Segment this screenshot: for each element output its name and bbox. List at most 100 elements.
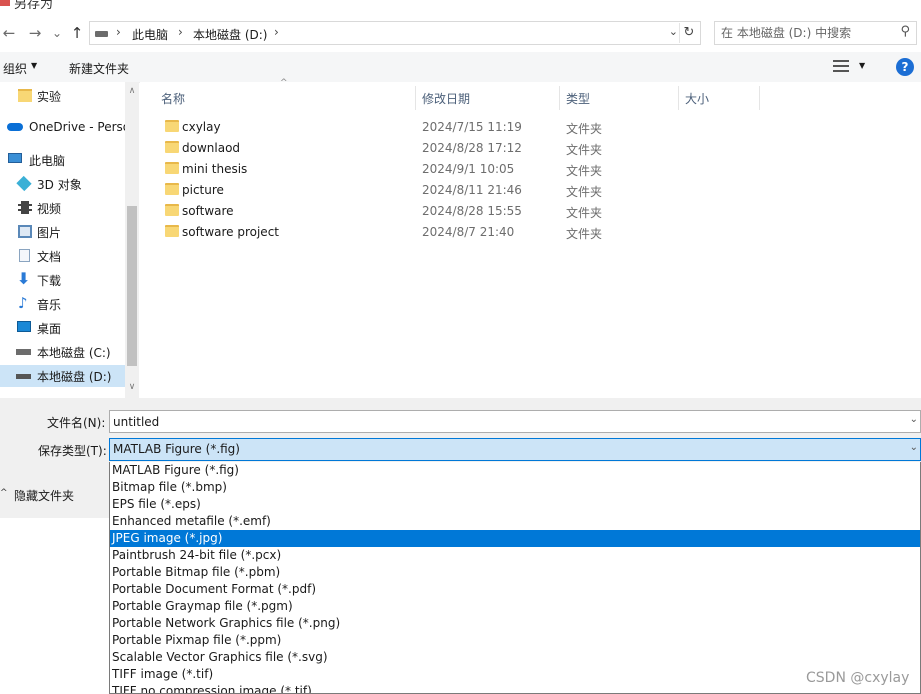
filetype-option[interactable]: EPS file (*.eps) bbox=[110, 496, 920, 513]
drive-icon bbox=[95, 31, 108, 37]
sidebar-item-label: 此电脑 bbox=[29, 154, 66, 168]
breadcrumb-this-pc[interactable]: 此电脑 bbox=[132, 26, 168, 43]
column-divider[interactable] bbox=[678, 86, 679, 110]
column-header-name[interactable]: 名称 bbox=[161, 90, 185, 107]
column-header-type[interactable]: 类型 bbox=[566, 90, 590, 107]
file-row[interactable]: cxylay 2024/7/15 11:19 文件夹 bbox=[160, 117, 900, 138]
sidebar-item-3d-objects[interactable]: 3D 对象 bbox=[0, 173, 125, 195]
folder-icon bbox=[165, 141, 179, 153]
search-icon[interactable]: ⚲ bbox=[900, 24, 910, 39]
filetype-option[interactable]: Paintbrush 24-bit file (*.pcx) bbox=[110, 547, 920, 564]
column-divider[interactable] bbox=[759, 86, 760, 110]
view-options-icon[interactable] bbox=[833, 60, 849, 72]
organize-button[interactable]: 组织 bbox=[3, 60, 27, 77]
sort-ascending-icon: ^ bbox=[280, 78, 288, 88]
filetype-option[interactable]: Portable Pixmap file (*.ppm) bbox=[110, 632, 920, 649]
filename-dropdown-icon[interactable]: ⌄ bbox=[910, 414, 918, 425]
filetype-option[interactable]: Portable Network Graphics file (*.png) bbox=[110, 615, 920, 632]
filetype-option[interactable]: Portable Document Format (*.pdf) bbox=[110, 581, 920, 598]
breadcrumb-separator: › bbox=[274, 25, 279, 39]
picture-icon bbox=[18, 225, 32, 238]
filetype-selected-value: MATLAB Figure (*.fig) bbox=[113, 442, 240, 456]
file-row[interactable]: software project 2024/8/7 21:40 文件夹 bbox=[160, 222, 900, 243]
refresh-icon[interactable]: ↻ bbox=[679, 23, 698, 43]
file-modified: 2024/7/15 11:19 bbox=[422, 120, 522, 134]
column-divider[interactable] bbox=[415, 86, 416, 110]
filetype-options-list: MATLAB Figure (*.fig) Bitmap file (*.bmp… bbox=[109, 462, 921, 694]
sidebar-item-downloads[interactable]: ⬇ 下载 bbox=[0, 269, 125, 291]
music-icon: ♪ bbox=[18, 294, 28, 312]
sidebar-item-drive-d[interactable]: 本地磁盘 (D:) bbox=[0, 365, 125, 387]
filename-input[interactable] bbox=[113, 413, 893, 430]
sidebar-item-label: 视频 bbox=[37, 202, 62, 216]
cloud-icon bbox=[7, 123, 23, 131]
file-type: 文件夹 bbox=[566, 185, 603, 199]
file-row[interactable]: picture 2024/8/11 21:46 文件夹 bbox=[160, 180, 900, 201]
filetype-option[interactable]: Portable Bitmap file (*.pbm) bbox=[110, 564, 920, 581]
back-button[interactable]: ← bbox=[0, 23, 18, 43]
navigation-scrollbar[interactable]: ∧ ∨ bbox=[125, 82, 139, 398]
filetype-option[interactable]: Bitmap file (*.bmp) bbox=[110, 479, 920, 496]
new-folder-button[interactable]: 新建文件夹 bbox=[69, 60, 129, 77]
help-icon[interactable]: ? bbox=[896, 58, 914, 76]
filetype-option[interactable]: Portable Graymap file (*.pgm) bbox=[110, 598, 920, 615]
command-bar: 组织 ▼ 新建文件夹 ▼ ? bbox=[0, 52, 921, 83]
sidebar-item-music[interactable]: ♪ 音乐 bbox=[0, 293, 125, 315]
file-name: mini thesis bbox=[182, 162, 248, 176]
sidebar-item-label: 文档 bbox=[37, 250, 62, 264]
column-divider[interactable] bbox=[559, 86, 560, 110]
file-name: software project bbox=[182, 225, 279, 239]
filetype-select[interactable]: MATLAB Figure (*.fig) ⌄ bbox=[109, 438, 921, 461]
sidebar-item-this-pc[interactable]: 此电脑 bbox=[0, 149, 125, 171]
file-modified: 2024/8/11 21:46 bbox=[422, 183, 522, 197]
forward-button[interactable]: → bbox=[26, 23, 44, 43]
file-row[interactable]: software 2024/8/28 15:55 文件夹 bbox=[160, 201, 900, 222]
file-row[interactable]: mini thesis 2024/9/1 10:05 文件夹 bbox=[160, 159, 900, 180]
sidebar-item-label: OneDrive - Personal bbox=[29, 120, 125, 134]
address-dropdown-icon[interactable]: ⌄ bbox=[669, 25, 678, 38]
sidebar-item-desktop[interactable]: 桌面 bbox=[0, 317, 125, 339]
filetype-option[interactable]: Enhanced metafile (*.emf) bbox=[110, 513, 920, 530]
filetype-option-selected[interactable]: JPEG image (*.jpg) bbox=[110, 530, 920, 547]
filetype-option[interactable]: TIFF no compression image (*.tif) bbox=[110, 683, 920, 693]
address-bar[interactable]: › 此电脑 › 本地磁盘 (D:) › ⌄ ↻ bbox=[89, 21, 701, 45]
filename-field[interactable]: ⌄ bbox=[109, 410, 921, 433]
desktop-icon bbox=[17, 321, 31, 332]
breadcrumb-drive-d[interactable]: 本地磁盘 (D:) bbox=[193, 26, 267, 43]
file-modified: 2024/9/1 10:05 bbox=[422, 162, 515, 176]
filetype-option[interactable]: Scalable Vector Graphics file (*.svg) bbox=[110, 649, 920, 666]
search-input[interactable] bbox=[721, 25, 891, 41]
sidebar-item-pictures[interactable]: 图片 bbox=[0, 221, 125, 243]
download-icon: ⬇ bbox=[17, 269, 31, 288]
file-name: picture bbox=[182, 183, 224, 197]
filetype-option[interactable]: TIFF image (*.tif) bbox=[110, 666, 920, 683]
sidebar-item-documents[interactable]: 文档 bbox=[0, 245, 125, 267]
filetype-option[interactable]: MATLAB Figure (*.fig) bbox=[110, 462, 920, 479]
organize-chevron-down-icon[interactable]: ▼ bbox=[31, 61, 37, 70]
sidebar-item-experiment[interactable]: 实验 bbox=[0, 85, 125, 107]
chevron-up-icon: ^ bbox=[0, 488, 8, 498]
title-bar: 另存为 bbox=[0, 0, 921, 10]
view-chevron-down-icon[interactable]: ▼ bbox=[859, 61, 865, 70]
filetype-label: 保存类型(T): bbox=[38, 444, 107, 458]
column-header-size[interactable]: 大小 bbox=[685, 90, 709, 107]
scrollbar-thumb[interactable] bbox=[127, 206, 137, 366]
sidebar-item-onedrive[interactable]: OneDrive - Personal bbox=[0, 117, 125, 139]
recent-locations-button[interactable]: ⌄ bbox=[48, 23, 66, 43]
file-row[interactable]: downlaod 2024/8/28 17:12 文件夹 bbox=[160, 138, 900, 159]
hide-folders-label: 隐藏文件夹 bbox=[14, 489, 75, 503]
search-box[interactable]: ⚲ bbox=[714, 21, 917, 45]
filetype-dropdown-icon[interactable]: ⌄ bbox=[910, 442, 918, 453]
file-type: 文件夹 bbox=[566, 143, 603, 157]
sidebar-item-drive-c[interactable]: 本地磁盘 (C:) bbox=[0, 341, 125, 363]
column-header-modified[interactable]: 修改日期 bbox=[422, 90, 470, 107]
cube-icon bbox=[16, 175, 32, 192]
scroll-up-icon[interactable]: ∧ bbox=[125, 86, 139, 96]
sidebar-item-videos[interactable]: 视频 bbox=[0, 197, 125, 219]
navigation-pane: 实验 OneDrive - Personal 此电脑 3D 对象 视频 图片 文… bbox=[0, 82, 125, 398]
sidebar-item-label: 图片 bbox=[37, 226, 62, 240]
sidebar-item-label: 下载 bbox=[37, 274, 62, 288]
up-button[interactable]: ↑ bbox=[68, 23, 86, 43]
file-modified: 2024/8/28 15:55 bbox=[422, 204, 522, 218]
scroll-down-icon[interactable]: ∨ bbox=[125, 382, 139, 392]
